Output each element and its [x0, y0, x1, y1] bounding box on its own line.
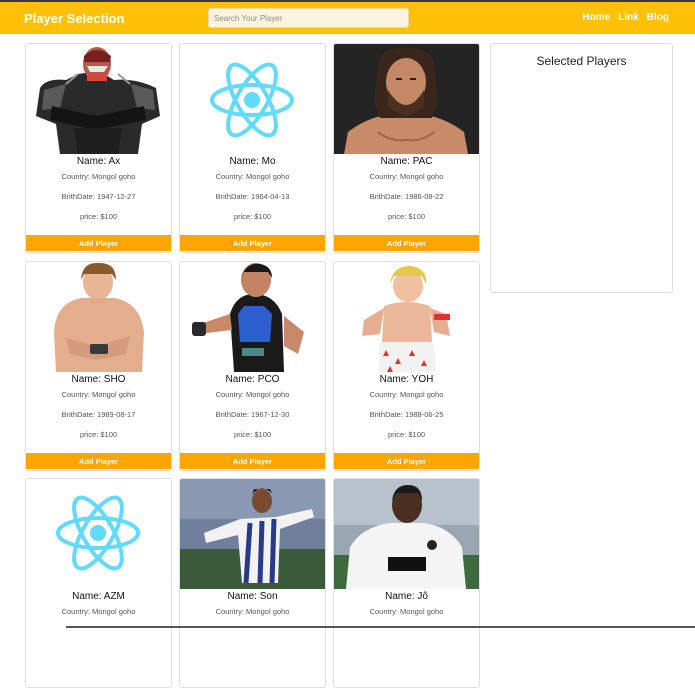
- player-country: Country: Mongol goho: [369, 390, 444, 399]
- player-country: Country: Mongol goho: [61, 607, 136, 616]
- player-price: price: $100: [387, 430, 426, 439]
- player-birthdate: BrithDate: 1988-06-25: [369, 410, 444, 419]
- player-name: Name: Son: [227, 591, 278, 602]
- player-card: Name: Son Country: Mongol goho: [179, 478, 326, 688]
- player-price: price: $100: [387, 212, 426, 221]
- player-name: Name: PCO: [225, 374, 280, 385]
- player-name: Name: SHO: [71, 374, 126, 385]
- player-card: Name: Mo Country: Mongol goho BrithDate:…: [179, 43, 326, 253]
- add-player-button[interactable]: Add Player: [26, 235, 171, 251]
- player-country: Country: Mongol goho: [369, 172, 444, 181]
- player-price: price: $100: [233, 430, 272, 439]
- player-price: price: $100: [233, 212, 272, 221]
- player-country: Country: Mongol goho: [61, 172, 136, 181]
- player-photo: [180, 479, 325, 589]
- selected-players-panel: Selected Players: [490, 43, 673, 293]
- player-country: Country: Mongol goho: [369, 607, 444, 616]
- player-country: Country: Mongol goho: [215, 172, 290, 181]
- player-price: price: $100: [79, 430, 118, 439]
- player-birthdate: BrithDate: 1964-04-13: [215, 192, 290, 201]
- player-name: Name: AZM: [72, 591, 125, 602]
- add-player-button[interactable]: Add Player: [26, 453, 171, 469]
- selected-players-title: Selected Players: [536, 54, 627, 68]
- player-card: Name: SHO Country: Mongol goho BrithDate…: [25, 261, 172, 471]
- player-name: Name: YOH: [379, 374, 434, 385]
- player-country: Country: Mongol goho: [61, 390, 136, 399]
- add-player-button[interactable]: Add Player: [180, 453, 325, 469]
- nav-link-blog[interactable]: Blog: [647, 12, 669, 23]
- search-input[interactable]: [208, 8, 409, 28]
- react-logo-image: [180, 44, 325, 154]
- player-photo: [26, 44, 171, 154]
- react-logo-image: [26, 479, 171, 589]
- player-birthdate: BrithDate: 1947-12-27: [61, 192, 136, 201]
- player-photo: [334, 262, 479, 372]
- player-birthdate: BrithDate: 1986-08-22: [369, 192, 444, 201]
- nav-link-link[interactable]: Link: [618, 12, 639, 23]
- player-photo: [334, 479, 479, 589]
- add-player-button[interactable]: Add Player: [334, 453, 479, 469]
- navbar: Player Selection Home Link Blog: [0, 2, 695, 34]
- player-photo: [26, 262, 171, 372]
- add-player-button[interactable]: Add Player: [334, 235, 479, 251]
- player-birthdate: BrithDate: 1967-12-30: [215, 410, 290, 419]
- player-name: Name: Ax: [76, 156, 121, 167]
- player-name: Name: Mo: [229, 156, 276, 167]
- player-card: Name: PCO Country: Mongol goho BrithDate…: [179, 261, 326, 471]
- add-player-button[interactable]: Add Player: [180, 235, 325, 251]
- nav-link-home[interactable]: Home: [582, 12, 610, 23]
- brand-title[interactable]: Player Selection: [24, 11, 124, 26]
- player-card: Name: PAC Country: Mongol goho BrithDate…: [333, 43, 480, 253]
- player-birthdate: BrithDate: 1989-08-17: [61, 410, 136, 419]
- player-country: Country: Mongol goho: [215, 607, 290, 616]
- player-name: Name: PAC: [380, 156, 433, 167]
- player-card: Name: Ax Country: Mongol goho BrithDate:…: [25, 43, 172, 253]
- player-photo: [334, 44, 479, 154]
- player-photo: [180, 262, 325, 372]
- player-country: Country: Mongol goho: [215, 390, 290, 399]
- player-card: Name: YOH Country: Mongol goho BrithDate…: [333, 261, 480, 471]
- player-card: Name: Jô Country: Mongol goho: [333, 478, 480, 688]
- nav-links: Home Link Blog: [582, 12, 669, 23]
- player-name: Name: Jô: [385, 591, 428, 602]
- player-price: price: $100: [79, 212, 118, 221]
- player-card: Name: AZM Country: Mongol goho: [25, 478, 172, 688]
